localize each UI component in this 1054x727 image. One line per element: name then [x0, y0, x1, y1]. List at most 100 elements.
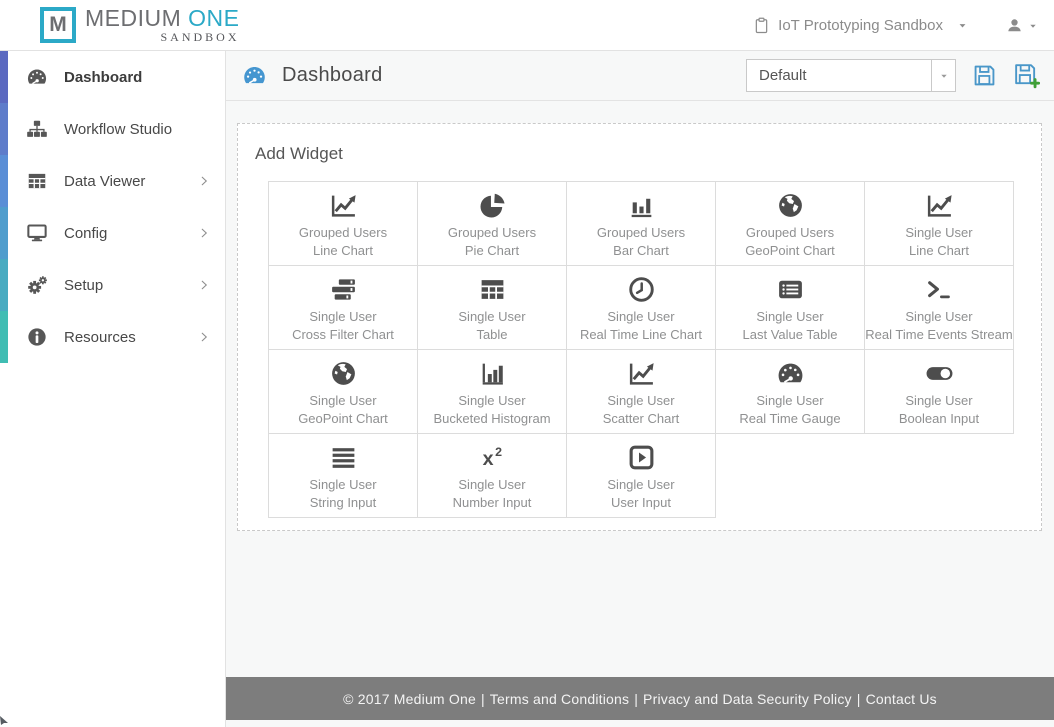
widget-group-label: Single User [905, 225, 973, 240]
superscript-icon: x2 [478, 443, 507, 472]
chevron-right-icon [197, 278, 211, 292]
globe-icon [329, 359, 358, 388]
sidebar-accent-strip [0, 51, 8, 103]
widget-grouped-users-bar-chart[interactable]: Grouped Users Bar Chart [566, 181, 716, 266]
widget-name-label: Real Time Events Stream [865, 327, 1013, 342]
widget-name-label: Last Value Table [742, 327, 838, 342]
widget-grouped-users-line-chart[interactable]: Grouped Users Line Chart [268, 181, 418, 266]
widget-single-user-bucketed-histogram[interactable]: Single User Bucketed Histogram [417, 349, 567, 434]
page-header: Dashboard Default [226, 51, 1054, 101]
widget-name-label: GeoPoint Chart [298, 411, 388, 426]
save-dashboard-button[interactable] [972, 63, 997, 88]
sidebar-item-config[interactable]: Config [0, 207, 225, 259]
sandbox-selector-label: IoT Prototyping Sandbox [778, 17, 943, 34]
footer-link-privacy-and-data-security-policy[interactable]: Privacy and Data Security Policy [643, 691, 852, 707]
list-alt-icon [776, 275, 805, 304]
sidebar-accent-strip [0, 155, 8, 207]
widget-group-label: Single User [309, 477, 377, 492]
widget-single-user-real-time-line-chart[interactable]: Single User Real Time Line Chart [566, 265, 716, 350]
sidebar-item-label: Data Viewer [64, 172, 146, 190]
widget-single-user-real-time-events-stream[interactable]: Single User Real Time Events Stream [864, 265, 1014, 350]
user-icon [1006, 17, 1023, 34]
widget-name-label: Pie Chart [464, 243, 520, 258]
sidebar-accent-strip [0, 207, 8, 259]
align-justify-icon [329, 443, 358, 472]
widget-single-user-string-input[interactable]: Single User String Input [268, 433, 418, 518]
widget-name-label: Number Input [452, 495, 532, 510]
brand-accent: ONE [188, 5, 240, 31]
widget-name-label: Line Chart [313, 243, 373, 258]
sidebar-item-data-viewer[interactable]: Data Viewer [0, 155, 225, 207]
widget-single-user-cross-filter-chart[interactable]: Single User Cross Filter Chart [268, 265, 418, 350]
sidebar-accent-strip [0, 259, 8, 311]
widget-group-label: Single User [458, 393, 526, 408]
sidebar-item-resources[interactable]: Resources [0, 311, 225, 363]
brand-text: MEDIUM ONE SANDBOX [85, 6, 240, 44]
info-circle-icon [26, 326, 48, 348]
caret-down-icon [957, 20, 968, 31]
widget-name-label: Real Time Gauge [739, 411, 841, 426]
widget-single-user-number-input[interactable]: x 2 Single User Number Input [417, 433, 567, 518]
widget-name-label: User Input [611, 495, 671, 510]
sidebar-item-label: Workflow Studio [64, 120, 173, 138]
widget-single-user-boolean-input[interactable]: Single User Boolean Input [864, 349, 1014, 434]
sidebar-item-label: Dashboard [64, 68, 143, 86]
widget-group-label: Single User [756, 393, 824, 408]
widget-name-label: Boolean Input [898, 411, 980, 426]
line-chart-icon [329, 191, 358, 220]
sidebar-nav: Dashboard Workflow Studio Data Viewer Confi… [0, 51, 226, 727]
widget-single-user-real-time-gauge[interactable]: Single User Real Time Gauge [715, 349, 865, 434]
gears-icon [26, 274, 48, 296]
content-area: Add Widget Grouped Users Line Chart Groupe… [226, 101, 1054, 677]
chevron-right-icon [197, 226, 211, 240]
widget-name-label: Real Time Line Chart [579, 327, 703, 342]
sidebar-item-workflow-studio[interactable]: Workflow Studio [0, 103, 225, 155]
clock-icon [627, 275, 656, 304]
tachometer-icon [776, 359, 805, 388]
medium-one-logo[interactable]: M MEDIUM ONE SANDBOX [40, 6, 240, 44]
widget-single-user-table[interactable]: Single User Table [417, 265, 567, 350]
save-as-new-dashboard-button[interactable] [1013, 62, 1040, 89]
bar-chart-icon [627, 191, 656, 220]
main-area: Dashboard Default Add Widget Grouped Use… [226, 51, 1054, 727]
toggle-on-icon [925, 359, 954, 388]
widget-group-label: Single User [309, 393, 377, 408]
brand-subtitle: SANDBOX [160, 30, 240, 44]
widget-grouped-users-geopoint-chart[interactable]: Grouped Users GeoPoint Chart [715, 181, 865, 266]
account-menu[interactable] [1006, 17, 1038, 34]
widget-group-label: Single User [607, 477, 675, 492]
line-chart-icon [627, 359, 656, 388]
widget-group-label: Single User [607, 309, 675, 324]
svg-text:x: x [482, 448, 493, 470]
dashboard-view-select[interactable]: Default [746, 59, 956, 92]
widget-single-user-scatter-chart[interactable]: Single User Scatter Chart [566, 349, 716, 434]
widget-name-label: GeoPoint Chart [745, 243, 835, 258]
caret-down-icon [1028, 21, 1038, 31]
widget-single-user-last-value-table[interactable]: Single User Last Value Table [715, 265, 865, 350]
widget-group-label: Single User [905, 393, 973, 408]
footer-link-contact-us[interactable]: Contact Us [866, 691, 937, 707]
desktop-icon [26, 222, 48, 244]
widget-group-label: Grouped Users [447, 225, 537, 240]
widget-name-label: Scatter Chart [602, 411, 680, 426]
sidebar-accent-strip [0, 311, 8, 363]
clipboard-icon [753, 16, 770, 35]
widget-group-label: Single User [458, 477, 526, 492]
caret-square-right-icon [627, 443, 656, 472]
line-chart-icon [925, 191, 954, 220]
footer-separator: | [480, 690, 485, 707]
sandbox-selector-dropdown[interactable]: IoT Prototyping Sandbox [753, 16, 976, 35]
widget-single-user-geopoint-chart[interactable]: Single User GeoPoint Chart [268, 349, 418, 434]
widget-group-label: Single User [756, 309, 824, 324]
sidebar-item-setup[interactable]: Setup [0, 259, 225, 311]
widget-group-label: Grouped Users [596, 225, 686, 240]
sidebar-item-dashboard[interactable]: Dashboard [0, 51, 225, 103]
widget-single-user-line-chart[interactable]: Single User Line Chart [864, 181, 1014, 266]
widget-grouped-users-pie-chart[interactable]: Grouped Users Pie Chart [417, 181, 567, 266]
widget-group-label: Single User [607, 393, 675, 408]
widget-single-user-user-input[interactable]: Single User User Input [566, 433, 716, 518]
select-caret[interactable] [931, 60, 955, 91]
add-widget-panel: Add Widget Grouped Users Line Chart Groupe… [237, 123, 1042, 531]
widget-group-label: Single User [458, 309, 526, 324]
footer-link-terms-and-conditions[interactable]: Terms and Conditions [490, 691, 629, 707]
